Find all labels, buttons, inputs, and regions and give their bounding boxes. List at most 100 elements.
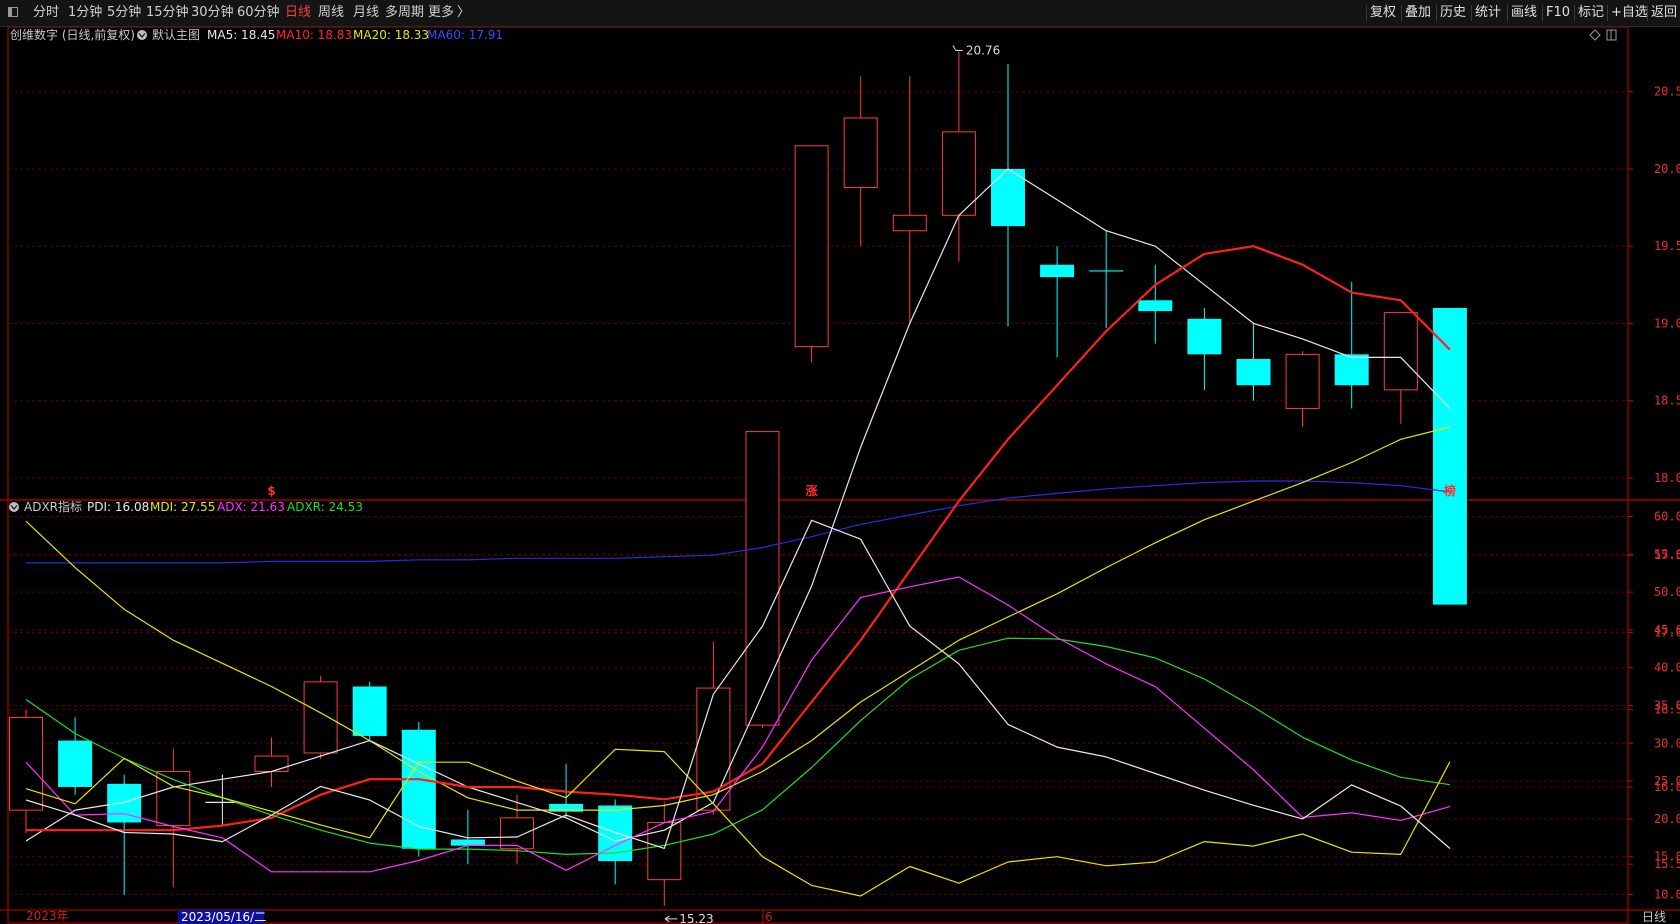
indicator-tick-label: 15.00 bbox=[1654, 850, 1680, 864]
candle-body bbox=[892, 214, 927, 232]
candle bbox=[1236, 323, 1271, 401]
candle bbox=[303, 675, 338, 760]
indicator-tick-label: 30.00 bbox=[1654, 736, 1680, 750]
toolbar-divider bbox=[1647, 5, 1648, 21]
price-tick-label: 19.50 bbox=[1654, 239, 1680, 253]
candle bbox=[1383, 312, 1418, 424]
period-tab-4[interactable]: 30分钟 bbox=[191, 0, 234, 26]
candle-body bbox=[1432, 308, 1467, 605]
panel-toggle-inner bbox=[9, 8, 12, 16]
indicator-tick-label: 20.00 bbox=[1654, 812, 1680, 826]
candle bbox=[1187, 308, 1222, 390]
candle-body bbox=[843, 117, 878, 188]
candle-body bbox=[941, 131, 976, 216]
candle bbox=[843, 76, 878, 247]
diamond-icon[interactable] bbox=[1589, 29, 1601, 41]
tool-button-6[interactable]: 标记 bbox=[1578, 0, 1604, 26]
period-toolbar: 分时 1分钟 5分钟 15分钟 30分钟 60分钟 日线 周线 月线 多周期 更多 〉 复权 叠加 历史 统计… bbox=[0, 0, 1680, 27]
toolbar-divider bbox=[1507, 5, 1508, 21]
period-tab-5[interactable]: 60分钟 bbox=[237, 0, 280, 26]
toolbar-divider bbox=[1607, 5, 1608, 21]
candle-body bbox=[9, 716, 43, 811]
indicator-legend-value: PDI: 16.08 bbox=[87, 500, 149, 514]
tool-button-0[interactable]: 复权 bbox=[1370, 0, 1396, 26]
tool-button-3[interactable]: 统计 bbox=[1475, 0, 1501, 26]
event-marker: $ bbox=[267, 484, 275, 498]
period-tab-1[interactable]: 1分钟 bbox=[68, 0, 102, 26]
tool-button-5[interactable]: F10 bbox=[1546, 0, 1570, 26]
candle bbox=[745, 431, 780, 729]
candle bbox=[58, 717, 93, 795]
candle bbox=[941, 51, 976, 262]
tool-button-4[interactable]: 画线 bbox=[1511, 0, 1537, 26]
candle-body bbox=[352, 686, 387, 736]
period-label: 日线 bbox=[1642, 910, 1666, 924]
cursor-date-label: 2023/05/16/二 bbox=[181, 910, 266, 924]
tool-button-2[interactable]: 历史 bbox=[1440, 0, 1466, 26]
candle bbox=[9, 709, 43, 834]
year-label: 2023年 bbox=[26, 909, 69, 923]
candle bbox=[107, 774, 142, 896]
ma-legend-value: MA60: 17.91 bbox=[427, 28, 503, 42]
candle-body bbox=[794, 145, 829, 348]
ma60-line bbox=[26, 480, 1450, 564]
candle bbox=[1089, 230, 1124, 329]
stock-title: 创维数字 (日线,前复权) bbox=[10, 27, 135, 42]
high-arrow-icon bbox=[952, 45, 963, 52]
more-chevron-icon[interactable]: 〉 bbox=[457, 0, 470, 26]
candle-body bbox=[1040, 264, 1075, 278]
indicator-tick-label: 45.00 bbox=[1654, 623, 1680, 637]
candle-body bbox=[58, 740, 93, 787]
period-tab-7[interactable]: 周线 bbox=[318, 0, 344, 26]
kline-chart: 20.5020.0019.5019.0018.5018.0017.5017.00… bbox=[0, 27, 1680, 924]
candle bbox=[1432, 308, 1467, 605]
indicator-name: ADXR指标 bbox=[24, 499, 82, 514]
month-label: 6 bbox=[765, 910, 773, 924]
ma-legend-value: MA5: 18.45 bbox=[207, 28, 275, 42]
panel-toggle-icon[interactable] bbox=[8, 7, 18, 17]
toolbar-divider bbox=[1542, 5, 1543, 21]
ma20-line bbox=[25, 426, 1451, 811]
toolbar-divider bbox=[1366, 5, 1367, 21]
candle bbox=[794, 145, 829, 363]
indicator-tick-label: 55.00 bbox=[1654, 547, 1680, 561]
toolbar-divider bbox=[1436, 5, 1437, 21]
period-tab-2[interactable]: 5分钟 bbox=[107, 0, 141, 26]
candle bbox=[156, 748, 191, 888]
candle bbox=[1334, 281, 1369, 409]
ma-legend-value: MA20: 18.33 bbox=[353, 28, 429, 42]
period-tab-9[interactable]: 多周期 bbox=[385, 0, 424, 26]
event-marker: 榜 bbox=[1444, 483, 1456, 498]
price-tick-label: 20.00 bbox=[1654, 162, 1680, 176]
period-tab-0[interactable]: 分时 bbox=[33, 0, 59, 26]
toolbar-divider bbox=[1471, 5, 1472, 21]
pdi-line bbox=[25, 519, 1451, 850]
candle bbox=[352, 681, 387, 741]
indicator-legend-value: MDI: 27.55 bbox=[150, 500, 215, 514]
candle-body bbox=[254, 755, 289, 772]
candle-body bbox=[303, 681, 338, 754]
period-tab-8[interactable]: 月线 bbox=[353, 0, 379, 26]
indicator-tick-label: 40.00 bbox=[1654, 661, 1680, 675]
candle bbox=[500, 794, 534, 865]
period-tab-10[interactable]: 更多 bbox=[428, 0, 454, 26]
tool-button-1[interactable]: 叠加 bbox=[1405, 0, 1431, 26]
indicator-legend-value: ADXR: 24.53 bbox=[287, 500, 363, 514]
candle-body bbox=[401, 729, 436, 849]
candle-body bbox=[991, 168, 1025, 227]
candle bbox=[254, 737, 289, 787]
indicator-tick-label: 35.00 bbox=[1654, 699, 1680, 713]
period-tab-6[interactable]: 日线 bbox=[285, 0, 311, 26]
tool-button-7[interactable]: +自选 bbox=[1611, 0, 1648, 26]
period-tab-3[interactable]: 15分钟 bbox=[146, 0, 189, 26]
indicator-tick-label: 60.00 bbox=[1654, 510, 1680, 524]
indicator-tick-label: 10.00 bbox=[1654, 888, 1680, 902]
candle bbox=[892, 76, 927, 324]
indicator-dropdown-icon[interactable] bbox=[9, 502, 19, 512]
tool-button-8[interactable]: 返回 bbox=[1651, 0, 1677, 26]
ma10-line bbox=[26, 245, 1451, 832]
high-price-label: 20.76 bbox=[966, 44, 1000, 58]
indicator-tick-label: 50.00 bbox=[1654, 585, 1680, 599]
candle-body bbox=[1334, 354, 1369, 386]
template-dropdown-icon[interactable] bbox=[137, 30, 147, 40]
